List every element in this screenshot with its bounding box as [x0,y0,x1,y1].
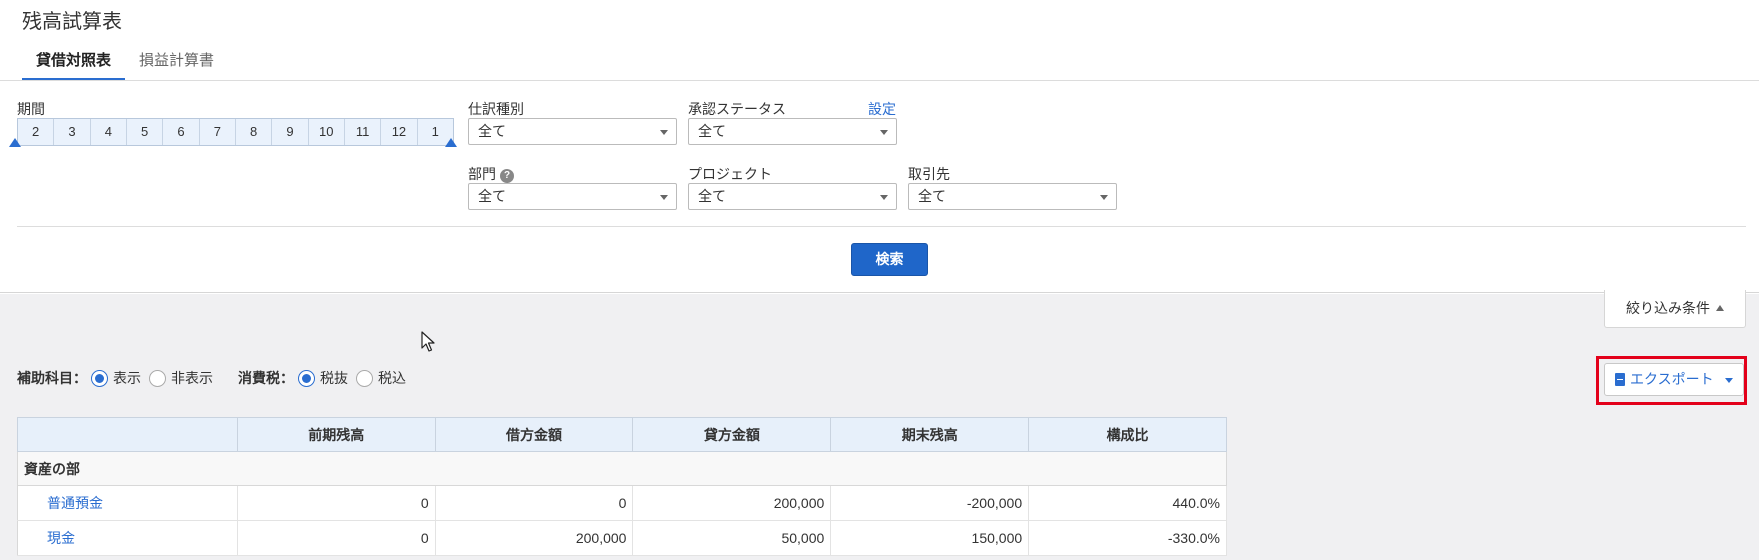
approval-settings-link[interactable]: 設定 [868,99,896,119]
report-tabs: 貸借対照表 損益計算書 [22,50,228,81]
department-value: 全て [478,188,506,204]
sub-account-show-radio[interactable]: 表示 [91,368,141,388]
table-cell: 0 [434,485,634,521]
tab-balance-sheet[interactable]: 貸借対照表 [22,50,126,81]
period-start-handle-icon[interactable] [9,138,21,147]
entry-type-label: 仕訳種別 [468,101,524,117]
consumption-tax-label: 消費税： [238,370,294,386]
period-month[interactable]: 6 [163,119,200,145]
period-slider[interactable]: 2 3 4 5 6 7 8 9 10 11 12 1 [17,118,454,146]
tab-income-statement[interactable]: 損益計算書 [125,50,228,81]
period-month[interactable]: 7 [200,119,236,145]
tax-included-radio[interactable]: 税込 [356,368,406,388]
radio-label: 非表示 [171,370,213,386]
account-cell: 普通預金 [17,485,238,521]
approval-status-label: 承認ステータス [688,101,786,117]
entry-type-select[interactable]: 全て [468,118,677,145]
file-export-icon [1615,373,1625,386]
export-button[interactable]: エクスポート [1604,363,1744,396]
radio-selected-icon [91,369,108,387]
account-link[interactable]: 現金 [47,530,75,546]
period-month[interactable]: 4 [91,119,127,145]
tabs-divider [0,80,1759,81]
table-cell: -330.0% [1028,520,1227,556]
sub-account-label: 補助科目： [17,370,87,386]
radio-label: 税込 [378,370,406,386]
radio-label: 表示 [113,370,141,386]
radio-selected-icon [298,369,315,387]
column-header: 前期残高 [236,417,436,452]
filter-divider [17,226,1746,227]
radio-label: 税抜 [320,370,348,386]
table-cell: 0 [236,485,436,521]
entry-type-value: 全て [478,123,506,139]
account-cell: 現金 [17,520,238,556]
chevron-up-icon [1716,305,1724,311]
table-cell: 150,000 [830,520,1030,556]
period-month[interactable]: 11 [345,119,382,145]
column-header: 借方金額 [434,417,634,452]
chevron-down-icon [660,130,668,135]
project-select[interactable]: 全て [688,183,897,210]
section-row: 資産の部 [17,451,1227,486]
period-month[interactable]: 2 [18,119,55,145]
chevron-down-icon [1100,195,1108,200]
table-cell: 440.0% [1028,485,1227,521]
period-month[interactable]: 8 [236,119,273,145]
partner-label: 取引先 [908,166,950,182]
period-month[interactable]: 9 [272,119,309,145]
tax-excluded-radio[interactable]: 税抜 [298,368,348,388]
chevron-down-icon [1725,378,1733,383]
chevron-down-icon [880,130,888,135]
table-cell: 50,000 [632,520,832,556]
table-header-row: 前期残高 借方金額 貸方金額 期末残高 構成比 [17,417,1227,452]
chevron-down-icon [880,195,888,200]
column-header [17,417,238,452]
trial-balance-table: 前期残高 借方金額 貸方金額 期末残高 構成比 資産の部 普通預金 0 0 20… [17,417,1227,556]
table-row: 現金 0 200,000 50,000 150,000 -330.0% [17,520,1227,556]
table-row: 普通預金 0 0 200,000 -200,000 440.0% [17,485,1227,521]
radio-unselected-icon [356,369,373,387]
help-icon[interactable]: ? [500,169,514,183]
column-header: 貸方金額 [632,417,832,452]
filter-toggle-button[interactable]: 絞り込み条件 [1604,290,1746,328]
filter-toggle-label: 絞り込み条件 [1626,300,1710,316]
project-value: 全て [698,188,726,204]
table-cell: 0 [236,520,436,556]
period-month[interactable]: 5 [127,119,164,145]
chevron-down-icon [660,195,668,200]
search-button[interactable]: 検索 [851,243,928,276]
period-label: 期間 [17,101,45,117]
column-header: 期末残高 [830,417,1030,452]
page-title: 残高試算表 [22,11,122,33]
mouse-cursor-icon [421,331,435,352]
section-title: 資産の部 [17,451,1227,486]
partner-select[interactable]: 全て [908,183,1117,210]
period-month[interactable]: 3 [54,119,91,145]
export-label: エクスポート [1630,371,1714,387]
approval-status-select[interactable]: 全て [688,118,897,145]
period-month[interactable]: 10 [309,119,345,145]
approval-status-value: 全て [698,123,726,139]
account-link[interactable]: 普通預金 [47,495,103,511]
period-end-handle-icon[interactable] [445,138,457,147]
table-cell: -200,000 [830,485,1030,521]
column-header: 構成比 [1028,417,1227,452]
partner-value: 全て [918,188,946,204]
search-panel: 残高試算表 貸借対照表 損益計算書 期間 2 3 4 5 6 7 8 9 10 … [0,0,1759,293]
sub-account-hide-radio[interactable]: 非表示 [149,368,213,388]
department-label: 部門? [468,164,514,184]
radio-unselected-icon [149,369,166,387]
period-month[interactable]: 12 [381,119,418,145]
department-select[interactable]: 全て [468,183,677,210]
table-cell: 200,000 [632,485,832,521]
project-label: プロジェクト [688,166,772,182]
consumption-tax-options: 消費税： 税抜 税込 [238,367,414,389]
department-label-text: 部門 [468,166,496,182]
sub-account-options: 補助科目： 表示 非表示 [17,367,221,389]
table-cell: 200,000 [434,520,634,556]
